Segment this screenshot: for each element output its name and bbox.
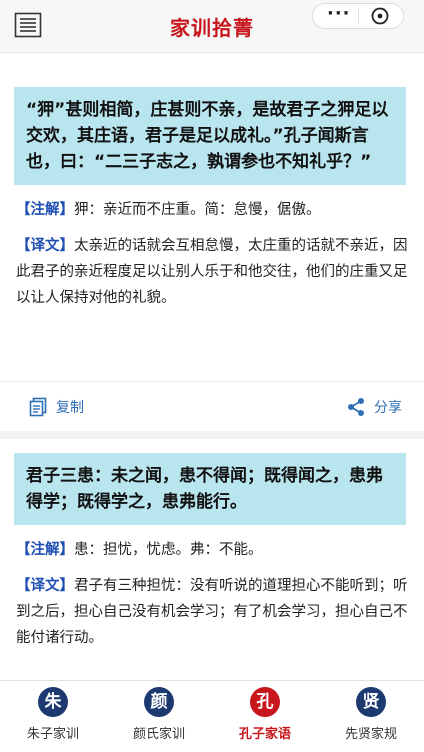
saying-card-1: “狎”甚则相简，庄甚则不亲，是故君子之狎足以交欢，其庄语，君子是足以成礼。”孔子…: [0, 87, 424, 311]
zhu-badge-icon: 朱: [38, 687, 68, 717]
kong-badge-icon: 孔: [250, 687, 280, 717]
annotation-tag: 【注解】: [16, 542, 74, 558]
tab-zhuzi-jiaxun[interactable]: 朱 朱子家训: [0, 687, 106, 742]
bottom-tab-bar: 朱 朱子家训 颜 颜氏家训 孔 孔子家语 贤 先贤家规: [0, 680, 424, 752]
copy-button[interactable]: 复制: [28, 397, 84, 417]
quote-box: “狎”甚则相简，庄甚则不亲，是故君子之狎足以交欢，其庄语，君子是足以成礼。”孔子…: [14, 87, 406, 185]
annotation-text: 患：担忧，忧虑。弗：不能。: [74, 542, 263, 558]
capsule-divider: [358, 9, 359, 23]
card-actions: 复制 分享: [0, 389, 424, 429]
tab-kongzi-jiayu[interactable]: 孔 孔子家语: [212, 687, 318, 742]
annotation-tag: 【注解】: [16, 202, 74, 218]
copy-label: 复制: [56, 400, 84, 416]
more-button[interactable]: ···: [327, 3, 351, 24]
annotation-text: 狎：亲近而不庄重。简：怠慢，倨傲。: [74, 202, 321, 218]
copy-icon: [29, 397, 47, 417]
translation: 【译文】君子有三种担忧：没有听说的道理担心不能听到；听到之后，担心自己没有机会学…: [16, 573, 408, 651]
share-button[interactable]: 分享: [346, 397, 402, 417]
mini-program-capsule: ···: [312, 3, 404, 29]
tab-label: 朱子家训: [26, 727, 79, 742]
translation-text: 太亲近的话就会互相怠慢，太庄重的话就不亲近，因此君子的亲近程度足以让别人乐于和他…: [16, 238, 408, 306]
translation-text: 君子有三种担忧：没有听说的道理担心不能听到；听到之后，担心自己没有机会学习；有了…: [16, 578, 408, 646]
translation-tag: 【译文】: [16, 238, 74, 254]
divider: [0, 381, 424, 382]
tab-label: 颜氏家训: [132, 727, 185, 742]
translation: 【译文】太亲近的话就会互相怠慢，太庄重的话就不亲近，因此君子的亲近程度足以让别人…: [16, 233, 408, 311]
close-circle-icon[interactable]: [371, 7, 389, 25]
share-label: 分享: [374, 400, 402, 416]
saying-card-2: 君子三患：未之闻，患不得闻；既得闻之，患弗得学；既得学之，患弗能行。 【注解】患…: [0, 453, 424, 651]
xian-badge-icon: 贤: [356, 687, 386, 717]
quote-box: 君子三患：未之闻，患不得闻；既得闻之，患弗得学；既得学之，患弗能行。: [14, 453, 406, 525]
top-bar: 家训拾菁 ···: [0, 0, 424, 53]
share-icon: [348, 398, 364, 416]
tab-xianxian-jiagui[interactable]: 贤 先贤家规: [318, 687, 424, 742]
tab-yanshi-jiaxun[interactable]: 颜 颜氏家训: [106, 687, 212, 742]
tab-label: 先贤家规: [344, 727, 397, 742]
translation-tag: 【译文】: [16, 578, 74, 594]
yan-badge-icon: 颜: [144, 687, 174, 717]
annotation: 【注解】患：担忧，忧虑。弗：不能。: [16, 537, 408, 563]
tab-label: 孔子家语: [238, 727, 291, 742]
annotation: 【注解】狎：亲近而不庄重。简：怠慢，倨傲。: [16, 197, 408, 223]
card-separator: [0, 431, 424, 439]
content-area[interactable]: “狎”甚则相简，庄甚则不亲，是故君子之狎足以交欢，其庄语，君子是足以成礼。”孔子…: [0, 53, 424, 680]
